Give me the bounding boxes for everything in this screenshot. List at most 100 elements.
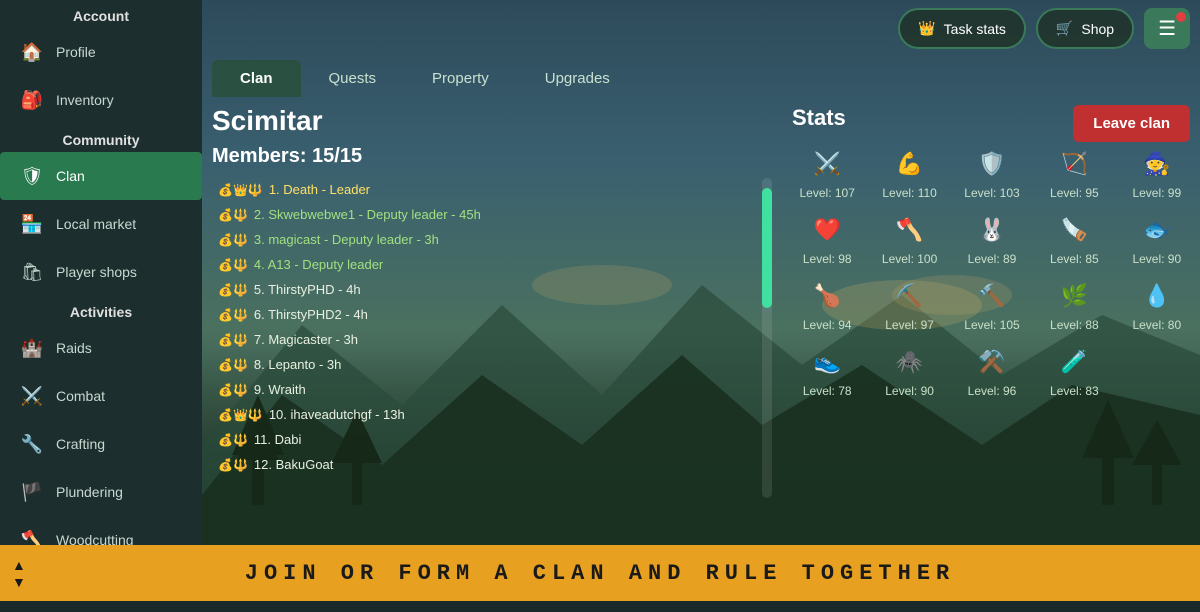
clan-panel: Scimitar Members: 15/15 💰👑🔱1. Death - Le… bbox=[212, 105, 772, 498]
stat-level: Level: 95 bbox=[1050, 186, 1099, 200]
account-label: Account bbox=[0, 0, 202, 28]
sidebar-item-inventory[interactable]: 🎒 Inventory bbox=[0, 76, 202, 124]
stat-item: ❤️ Level: 98 bbox=[792, 212, 862, 266]
arrow-down-icon[interactable]: ▼ bbox=[12, 574, 26, 590]
stat-item: ⚔️Level: 107 bbox=[792, 146, 862, 200]
stat-item: 🐰 Level: 89 bbox=[957, 212, 1027, 266]
stat-level: Level: 98 bbox=[803, 252, 852, 266]
member-row[interactable]: 💰🔱4. A13 - Deputy leader bbox=[212, 253, 756, 276]
member-name: 2. Skwebwebwe1 - Deputy leader - 45h bbox=[254, 207, 481, 222]
member-row[interactable]: 💰🔱3. magicast - Deputy leader - 3h bbox=[212, 228, 756, 251]
sidebar-item-crafting[interactable]: 🔧 Crafting bbox=[0, 420, 202, 468]
member-row[interactable]: 💰👑🔱10. ihaveadutchgf - 13h bbox=[212, 403, 756, 426]
sidebar-item-local-market[interactable]: 🏪 Local market bbox=[0, 200, 202, 248]
member-icons: 💰🔱 bbox=[218, 333, 248, 347]
member-icons: 💰🔱 bbox=[218, 233, 248, 247]
sidebar-item-combat[interactable]: ⚔️ Combat bbox=[0, 372, 202, 420]
home-icon: 🏠 bbox=[18, 38, 46, 66]
stat-item: 💧Level: 80 bbox=[1122, 278, 1192, 332]
stat-icon: 🐰 bbox=[974, 212, 1010, 248]
stat-item: 🏹Level: 95 bbox=[1039, 146, 1109, 200]
leave-clan-button[interactable]: Leave clan bbox=[1073, 105, 1190, 142]
member-name: 9. Wraith bbox=[254, 382, 306, 397]
member-row[interactable]: 💰👑🔱1. Death - Leader bbox=[212, 178, 756, 201]
stat-item: ⛏️Level: 97 bbox=[874, 278, 944, 332]
bottom-banner: ▲ ▼ JOIN OR FORM A CLAN AND RULE TOGETHE… bbox=[0, 545, 1200, 601]
member-icons: 💰🔱 bbox=[218, 458, 248, 472]
member-icons: 💰🔱 bbox=[218, 358, 248, 372]
member-row[interactable]: 💰🔱6. ThirstyPHD2 - 4h bbox=[212, 303, 756, 326]
raids-icon: 🏰 bbox=[18, 334, 46, 362]
sidebar-item-plundering[interactable]: 🏴 Plundering bbox=[0, 468, 202, 516]
inventory-icon: 🎒 bbox=[18, 86, 46, 114]
tab-quests[interactable]: Quests bbox=[301, 60, 405, 97]
stat-item: 🌿Level: 88 bbox=[1039, 278, 1109, 332]
stat-icon: ⚔️ bbox=[809, 146, 845, 182]
tab-bar: Clan Quests Property Upgrades bbox=[202, 60, 1200, 97]
tab-property[interactable]: Property bbox=[404, 60, 517, 97]
stat-item: 🧪Level: 83 bbox=[1039, 344, 1109, 398]
member-icons: 💰👑🔱 bbox=[218, 408, 263, 422]
stats-panel: Stats ⚔️Level: 107💪Level: 110🛡️Level: 10… bbox=[792, 105, 1192, 398]
member-row[interactable]: 💰🔱2. Skwebwebwe1 - Deputy leader - 45h bbox=[212, 203, 756, 226]
member-row[interactable]: 💰🔱7. Magicaster - 3h bbox=[212, 328, 756, 351]
stat-level: Level: 89 bbox=[968, 252, 1017, 266]
stat-level: Level: 78 bbox=[803, 384, 852, 398]
stat-item: 💪Level: 110 bbox=[874, 146, 944, 200]
member-row[interactable]: 💰🔱5. ThirstyPHD - 4h bbox=[212, 278, 756, 301]
member-icons: 💰🔱 bbox=[218, 283, 248, 297]
task-stats-button[interactable]: 👑 Task stats bbox=[898, 8, 1026, 49]
task-stats-icon: 👑 bbox=[918, 20, 935, 37]
stat-level: Level: 99 bbox=[1132, 186, 1181, 200]
stat-level: Level: 96 bbox=[968, 384, 1017, 398]
stat-level: Level: 90 bbox=[1132, 252, 1181, 266]
sidebar-item-player-shops[interactable]: 🛍 Player shops bbox=[0, 248, 202, 296]
stat-icon: 👟 bbox=[809, 344, 845, 380]
stat-icon: ❤️ bbox=[809, 212, 845, 248]
main-content: 👑 Task stats 🛒 Shop ☰ Clan Quests Proper… bbox=[202, 0, 1200, 545]
stat-icon: 🪓 bbox=[892, 212, 928, 248]
crafting-icon: 🔧 bbox=[18, 430, 46, 458]
member-name: 8. Lepanto - 3h bbox=[254, 357, 341, 372]
stat-icon: 🐟 bbox=[1139, 212, 1175, 248]
tab-upgrades[interactable]: Upgrades bbox=[517, 60, 638, 97]
sidebar-item-raids[interactable]: 🏰 Raids bbox=[0, 324, 202, 372]
stat-item: 🍗Level: 94 bbox=[792, 278, 862, 332]
banner-nav-arrows: ▲ ▼ bbox=[12, 557, 26, 590]
clan-name: Scimitar bbox=[212, 105, 772, 137]
stat-icon: 💧 bbox=[1139, 278, 1175, 314]
stat-level: Level: 105 bbox=[964, 318, 1019, 332]
member-row[interactable]: 💰🔱12. BakuGoat bbox=[212, 453, 756, 476]
stat-level: Level: 85 bbox=[1050, 252, 1099, 266]
shop-button[interactable]: 🛒 Shop bbox=[1036, 8, 1134, 49]
tab-clan[interactable]: Clan bbox=[212, 60, 301, 97]
menu-button[interactable]: ☰ bbox=[1144, 8, 1190, 49]
sidebar-item-clan[interactable]: 🛡 Clan bbox=[0, 152, 202, 200]
shops-icon: 🛍 bbox=[18, 258, 46, 286]
notification-dot bbox=[1176, 12, 1186, 22]
arrow-up-icon[interactable]: ▲ bbox=[12, 557, 26, 573]
member-icons: 💰🔱 bbox=[218, 308, 248, 322]
stat-level: Level: 90 bbox=[885, 384, 934, 398]
sidebar-item-profile[interactable]: 🏠 Profile bbox=[0, 28, 202, 76]
member-row[interactable]: 💰🔱 8. Lepanto - 3h bbox=[212, 353, 756, 376]
member-row[interactable]: 💰🔱9. Wraith bbox=[212, 378, 756, 401]
sidebar-section-account: Account 🏠 Profile 🎒 Inventory bbox=[0, 0, 202, 124]
member-name: 1. Death - Leader bbox=[269, 182, 370, 197]
stat-icon: 🕷️ bbox=[892, 344, 928, 380]
stat-icon: 🍗 bbox=[809, 278, 845, 314]
shop-label: Shop bbox=[1081, 21, 1114, 37]
members-scrollbar[interactable] bbox=[762, 178, 772, 498]
stat-level: Level: 83 bbox=[1050, 384, 1099, 398]
stat-item: 🪚 Level: 85 bbox=[1039, 212, 1109, 266]
stat-level: Level: 103 bbox=[964, 186, 1019, 200]
community-label: Community bbox=[0, 124, 202, 152]
shop-cart-icon: 🛒 bbox=[1056, 20, 1073, 37]
plundering-icon: 🏴 bbox=[18, 478, 46, 506]
stat-icon: 🪚 bbox=[1056, 212, 1092, 248]
top-bar: 👑 Task stats 🛒 Shop ☰ bbox=[898, 8, 1190, 49]
stats-grid: ⚔️Level: 107💪Level: 110🛡️Level: 103🏹Leve… bbox=[792, 146, 1192, 398]
members-count: Members: 15/15 bbox=[212, 145, 772, 168]
members-list: 💰👑🔱1. Death - Leader💰🔱2. Skwebwebwe1 - D… bbox=[212, 178, 756, 498]
member-row[interactable]: 💰🔱11. Dabi bbox=[212, 428, 756, 451]
